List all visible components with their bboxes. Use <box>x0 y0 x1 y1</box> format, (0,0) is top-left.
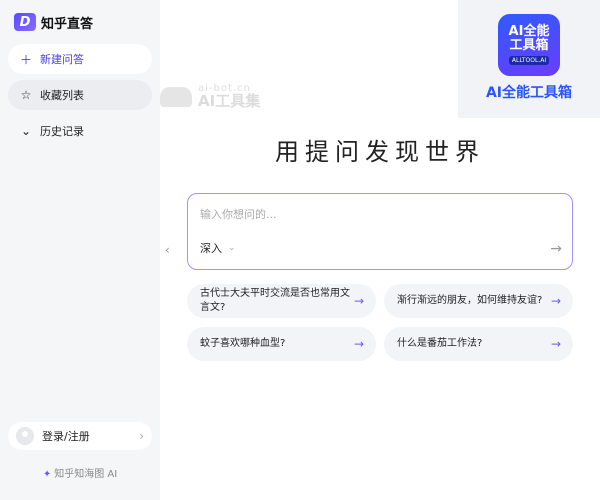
arrow-right-icon: → <box>353 294 364 308</box>
mode-label: 深入 <box>200 242 222 255</box>
logo-mark: D <box>14 13 36 31</box>
send-arrow-icon[interactable]: → <box>550 241 562 257</box>
ad-banner[interactable]: AI全能 工具箱 ALLTOOL.AI AI全能工具箱 <box>458 0 600 118</box>
ad-tile-line1: AI全能 <box>508 24 550 39</box>
watermark-robot-icon <box>160 86 192 107</box>
app-name: 知乎直答 <box>41 16 94 32</box>
login-button[interactable]: 登录/注册 › <box>8 422 152 450</box>
sidebar-item-history[interactable]: ⌄ 历史记录 <box>8 116 152 146</box>
sidebar-item-favorites[interactable]: ☆ 收藏列表 <box>8 80 152 110</box>
ad-caption: AI全能工具箱 <box>485 85 573 101</box>
suggestion-text: 古代士大夫平时交流是否也常用文言文? <box>200 288 350 313</box>
arrow-right-icon: → <box>353 337 364 351</box>
chevron-down-icon: ⌄ <box>20 124 32 138</box>
suggestion-card[interactable]: 渐行渐远的朋友，如何维持友谊? → <box>384 284 573 318</box>
avatar <box>16 427 34 445</box>
history-label: 历史记录 <box>40 125 84 138</box>
suggestion-text: 渐行渐远的朋友，如何维持友谊? <box>397 295 543 306</box>
footer-text: 知乎知海图 AI <box>54 469 118 480</box>
ad-tile-line2: 工具箱 <box>509 38 549 53</box>
sidebar: D 知乎直答 ＋ 新建问答 ☆ 收藏列表 ⌄ 历史记录 登录/注册 › ✦ 知乎知… <box>0 0 160 500</box>
arrow-right-icon: → <box>550 294 561 308</box>
ad-logo: AI全能 工具箱 ALLTOOL.AI <box>498 14 560 76</box>
login-label: 登录/注册 <box>42 430 90 443</box>
question-input-box[interactable]: 深入 ⌄ → <box>187 193 573 270</box>
sidebar-footer: ✦ 知乎知海图 AI <box>0 465 160 480</box>
chevron-right-icon: › <box>139 429 144 443</box>
watermark: ai-bot.cn AI工具集 <box>160 84 260 109</box>
chevron-down-icon: ⌄ <box>228 243 236 253</box>
sparkle-icon: ✦ <box>42 469 52 480</box>
new-chat-button[interactable]: ＋ 新建问答 <box>8 44 152 74</box>
plus-icon: ＋ <box>19 52 32 67</box>
question-input[interactable] <box>200 206 500 222</box>
suggestion-card[interactable]: 古代士大夫平时交流是否也常用文言文? → <box>187 284 376 318</box>
suggestion-text: 蚊子喜欢哪种血型? <box>200 338 286 349</box>
collapse-chevron-icon[interactable]: ‹ <box>165 243 170 257</box>
app-logo[interactable]: D 知乎直答 <box>14 10 152 34</box>
watermark-name: AI工具集 <box>198 92 261 110</box>
ad-tile-line3: ALLTOOL.AI <box>508 56 550 65</box>
mode-selector[interactable]: 深入 ⌄ <box>200 240 236 256</box>
new-chat-label: 新建问答 <box>40 53 84 66</box>
favorites-label: 收藏列表 <box>40 89 84 102</box>
sidebar-nav: ＋ 新建问答 ☆ 收藏列表 ⌄ 历史记录 <box>8 44 152 146</box>
star-icon: ☆ <box>20 88 32 102</box>
page-title: 用提问发现世界 <box>275 138 485 166</box>
suggestion-text: 什么是番茄工作法? <box>397 338 483 349</box>
suggestion-card[interactable]: 蚊子喜欢哪种血型? → <box>187 327 376 361</box>
suggestion-card[interactable]: 什么是番茄工作法? → <box>384 327 573 361</box>
arrow-right-icon: → <box>550 337 561 351</box>
